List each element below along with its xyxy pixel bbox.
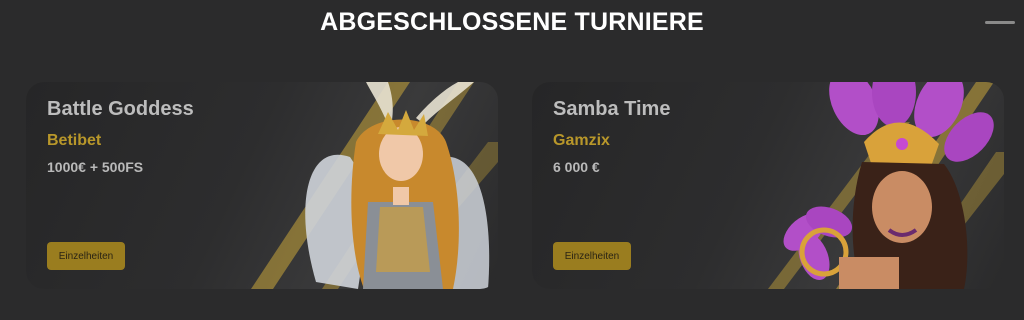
details-button[interactable]: Einzelheiten bbox=[553, 242, 631, 270]
collapse-toggle[interactable] bbox=[985, 18, 1015, 28]
tournament-provider: Betibet bbox=[47, 132, 102, 149]
details-button[interactable]: Einzelheiten bbox=[47, 242, 125, 270]
tournament-card-samba-time[interactable]: Samba Time Gamzix 6 000 € Einzelheiten bbox=[532, 82, 1004, 289]
page-title: ABGESCHLOSSENE TURNIERE bbox=[320, 8, 704, 36]
tournament-provider: Gamzix bbox=[553, 132, 610, 149]
tournament-title: Samba Time bbox=[553, 98, 671, 120]
winged-goddess-icon bbox=[251, 82, 498, 289]
samba-dancer-icon bbox=[768, 82, 1004, 289]
tournament-prize: 6 000 € bbox=[553, 159, 600, 175]
tournament-card-battle-goddess[interactable]: Battle Goddess Betibet 1000€ + 500FS Ein… bbox=[26, 82, 498, 289]
minus-icon bbox=[985, 21, 1015, 24]
tournament-title: Battle Goddess bbox=[47, 98, 194, 120]
tournament-prize: 1000€ + 500FS bbox=[47, 159, 144, 175]
